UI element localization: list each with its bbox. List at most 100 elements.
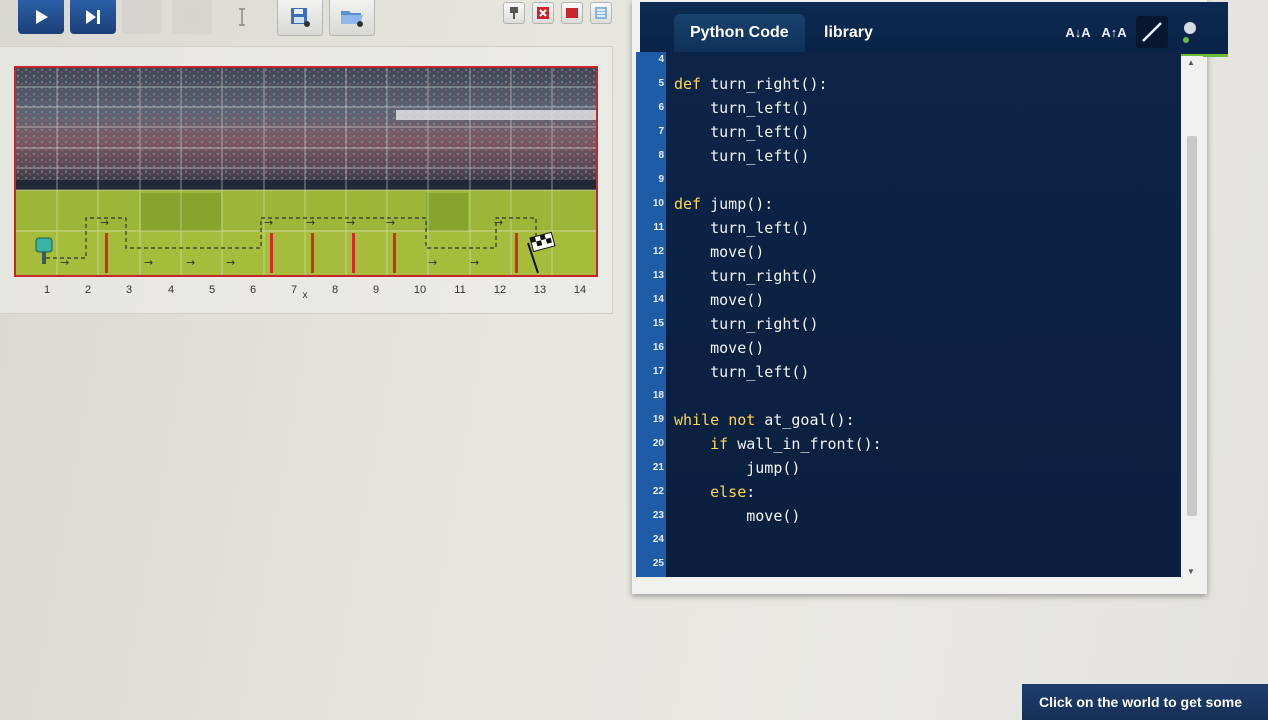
open-folder-icon [341, 11, 363, 27]
svg-text:→: → [346, 216, 355, 229]
pause-button[interactable] [122, 0, 162, 34]
code-line[interactable]: 15 turn_right() [632, 312, 1177, 336]
code-line[interactable]: 22 else: [632, 480, 1177, 504]
svg-text:→: → [494, 216, 503, 229]
code-line[interactable]: 5 def turn_right(): [632, 72, 1177, 96]
line-number: 25 [652, 558, 664, 569]
pen-icon [1142, 22, 1162, 42]
scroll-down-arrow-icon[interactable]: ▼ [1187, 567, 1195, 576]
column-label: 8 [331, 284, 339, 296]
column-label: 12 [493, 284, 507, 296]
code-line[interactable]: 4 [632, 52, 1177, 72]
run-button[interactable] [18, 0, 64, 34]
code-line[interactable]: 13 turn_right() [632, 264, 1177, 288]
svg-text:→: → [60, 256, 69, 269]
decrease-font-button[interactable]: A↓A [1062, 16, 1094, 48]
stop-button[interactable] [172, 0, 212, 34]
increase-font-button[interactable]: A↑A [1098, 16, 1130, 48]
column-label: 6 [249, 284, 257, 296]
code-line[interactable]: 11 turn_left() [632, 216, 1177, 240]
code-text: turn_left() [674, 147, 810, 165]
code-text: turn_right() [674, 315, 819, 333]
line-number: 9 [658, 174, 664, 185]
reload-button[interactable] [222, 0, 262, 34]
step-button[interactable] [70, 0, 116, 34]
line-number: 15 [652, 318, 664, 329]
line-number: 20 [652, 438, 664, 449]
code-text: else: [710, 483, 756, 501]
line-number: 24 [652, 534, 664, 545]
code-line[interactable]: 20 if wall_in_front(): [632, 432, 1177, 456]
code-line[interactable]: 21 jump() [632, 456, 1177, 480]
clear-button[interactable] [532, 2, 554, 24]
world-canvas[interactable]: → → → → → → → → → → → → [14, 66, 598, 277]
code-line[interactable]: 7 turn_left() [632, 120, 1177, 144]
step-forward-icon [86, 10, 100, 24]
save-icon [291, 8, 310, 27]
code-line[interactable]: 17 turn_left() [632, 360, 1177, 384]
code-line[interactable]: 25 [632, 552, 1177, 576]
column-label: 11 [454, 284, 466, 296]
code-line[interactable]: 18 [632, 384, 1177, 408]
list-icon [595, 7, 607, 19]
svg-text:→: → [226, 256, 235, 269]
code-text: turn_left() [674, 219, 810, 237]
scrollbar-thumb[interactable] [1187, 136, 1197, 516]
column-ruler: 1 2 3 4 5 6 7 x 8 9 10 11 12 13 14 [0, 284, 612, 301]
code-line[interactable]: 16 move() [632, 336, 1177, 360]
code-line[interactable]: 12 move() [632, 240, 1177, 264]
line-number: 22 [652, 486, 664, 497]
code-line[interactable]: 14 move() [632, 288, 1177, 312]
scroll-up-arrow-icon[interactable]: ▲ [1187, 58, 1195, 67]
code-text: turn_left() [674, 123, 810, 141]
code-text: move() [674, 291, 765, 309]
code-line[interactable]: 24 [632, 528, 1177, 552]
pause-icon [137, 11, 147, 23]
line-number: 17 [652, 366, 664, 377]
code-lines: 4 5 def turn_right(): 6 turn_left() 7 turn_l… [632, 52, 1181, 577]
svg-text:→: → [306, 216, 315, 229]
cursor-marker: x [302, 290, 308, 301]
code-text: if wall_in_front(): [710, 435, 882, 453]
pen-button[interactable] [1136, 16, 1168, 48]
svg-text:→: → [144, 256, 153, 269]
code-text: def jump(): [674, 195, 774, 213]
robot-button[interactable] [503, 2, 525, 24]
tab-library[interactable]: library [808, 14, 889, 52]
column-label: 1 [43, 284, 51, 296]
user-icon [1183, 22, 1196, 43]
line-number: 13 [652, 270, 664, 281]
column-label: 5 [208, 284, 216, 296]
open-button[interactable] [329, 0, 375, 36]
column-label: 13 [533, 284, 547, 296]
status-tooltip: Click on the world to get some [1022, 684, 1268, 720]
line-number: 6 [658, 102, 664, 113]
svg-text:→: → [186, 256, 195, 269]
code-editor-window: Python Code library A↓A A↑A 4 5 def turn_r… [632, 0, 1228, 594]
code-line[interactable]: 10 def jump(): [632, 192, 1177, 216]
save-button[interactable] [277, 0, 323, 36]
code-line[interactable]: 8 turn_left() [632, 144, 1177, 168]
line-number: 4 [658, 54, 664, 65]
line-number: 21 [652, 462, 664, 473]
svg-text:→: → [470, 256, 479, 269]
editor-tabbar: Python Code library A↓A A↑A [640, 2, 1228, 57]
code-text: jump() [674, 459, 801, 477]
list-button[interactable] [590, 2, 612, 24]
stop-icon [187, 12, 197, 22]
robot-icon [510, 7, 518, 19]
user-button[interactable] [1174, 16, 1206, 48]
code-text: move() [674, 243, 765, 261]
code-text: turn_right() [674, 267, 819, 285]
code-line[interactable]: 23 move() [632, 504, 1177, 528]
tab-python-code[interactable]: Python Code [674, 14, 805, 52]
code-scrollbar[interactable]: ▲ ▼ [1181, 56, 1203, 578]
code-text: move() [674, 507, 801, 525]
code-line[interactable]: 19 while not at_goal(): [632, 408, 1177, 432]
line-number: 8 [658, 150, 664, 161]
code-line[interactable]: 9 [632, 168, 1177, 192]
flag-button[interactable] [561, 2, 583, 24]
flag-icon [566, 8, 578, 18]
code-text: turn_left() [674, 99, 810, 117]
code-line[interactable]: 6 turn_left() [632, 96, 1177, 120]
